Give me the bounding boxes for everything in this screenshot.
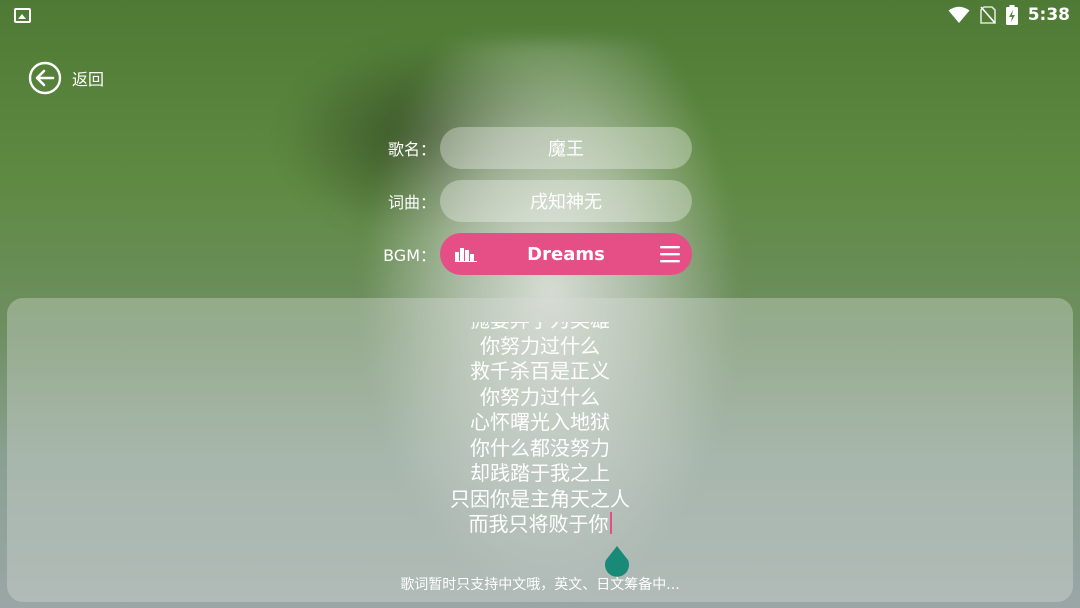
menu-icon[interactable] — [660, 245, 680, 263]
song-title-row: 歌名： 魔王 — [380, 127, 692, 169]
lyric-line: 只因你是主角天之人 — [450, 486, 630, 511]
bgm-value: Dreams — [527, 243, 605, 265]
lyric-line: 心怀曙光入地狱 — [470, 410, 610, 434]
composer-row: 词曲： 戌知神无 — [380, 180, 692, 222]
song-title-field[interactable]: 魔王 — [440, 127, 692, 169]
lyric-line: 你努力过什么 — [480, 384, 600, 409]
bgm-row: BGM： Dreams — [380, 233, 692, 275]
wifi-icon — [948, 6, 970, 23]
lyric-line: 你努力过什么 — [480, 333, 600, 358]
lyrics-viewport[interactable]: 抛妻弃子为英雄 你努力过什么 救千杀百是正义 你努力过什么 心怀曙光入地狱 你什… — [7, 322, 1073, 562]
battery-charging-icon — [1005, 5, 1018, 25]
back-label: 返回 — [72, 70, 105, 89]
back-button[interactable]: 返回 — [28, 61, 104, 95]
lyrics-hint: 歌词暂时只支持中文哦，英文、日文筹备中... — [400, 577, 680, 593]
lyrics-list: 抛妻弃子为英雄 你努力过什么 救千杀百是正义 你努力过什么 心怀曙光入地狱 你什… — [7, 322, 1073, 538]
lyrics-editor[interactable]: 抛妻弃子为英雄 你努力过什么 救千杀百是正义 你努力过什么 心怀曙光入地狱 你什… — [7, 298, 1073, 602]
lyric-line: 救千杀百是正义 — [470, 359, 610, 383]
text-cursor — [609, 512, 612, 534]
lyric-line: 你什么都没努力 — [470, 435, 610, 460]
status-icons: 5:38 — [948, 5, 1070, 25]
lyric-line-text: 而我只将败于你 — [468, 512, 609, 536]
song-title-label: 歌名： — [387, 140, 436, 159]
bgm-label: BGM： — [383, 246, 436, 265]
bgm-selector[interactable]: Dreams — [440, 233, 692, 275]
status-bar: 5:38 — [0, 0, 1080, 34]
image-notification-icon — [14, 8, 31, 23]
equalizer-icon — [455, 248, 477, 262]
lyric-line: 却践踏于我之上 — [470, 461, 610, 485]
back-arrow-icon — [28, 61, 62, 95]
no-sim-icon — [979, 6, 996, 24]
lyric-line: 抛妻弃子为英雄 — [7, 322, 1073, 334]
composer-field[interactable]: 戌知神无 — [440, 180, 692, 222]
composer-label: 词曲： — [387, 193, 436, 212]
status-clock: 5:38 — [1027, 5, 1070, 25]
lyric-line-last: 而我只将败于你 — [7, 512, 1073, 538]
